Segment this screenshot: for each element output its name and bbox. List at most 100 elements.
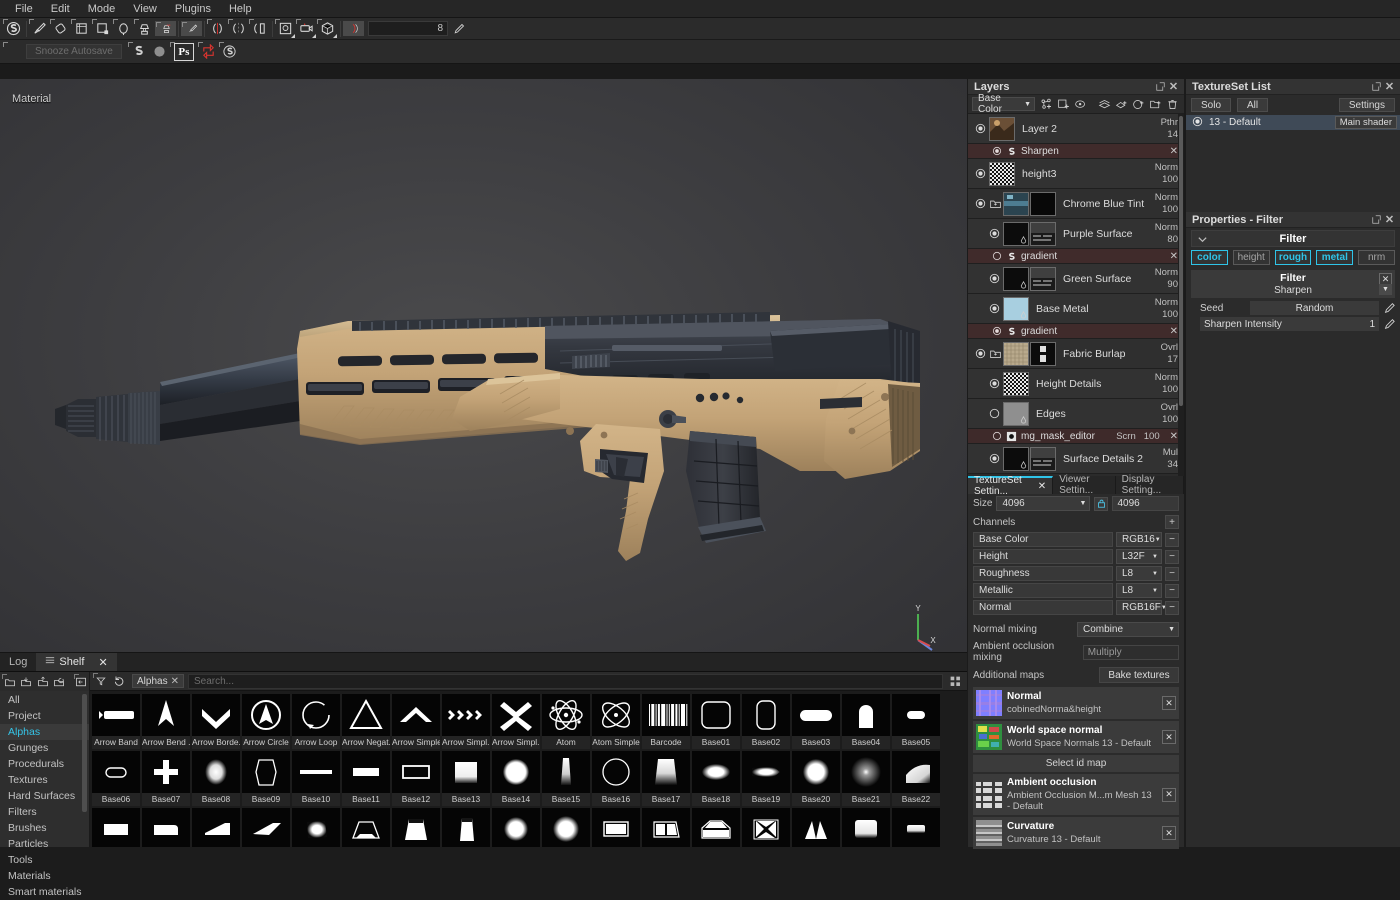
shelf-asset[interactable]	[642, 808, 690, 847]
delete-layer-icon[interactable]	[1165, 97, 1180, 112]
shelf-asset[interactable]: Base21	[842, 751, 890, 806]
settings-button[interactable]: Settings	[1339, 98, 1395, 112]
layer-blend-mode[interactable]: Norm	[1155, 192, 1178, 203]
add-group-icon[interactable]	[1148, 97, 1163, 112]
shelf-category-filters[interactable]: Filters	[0, 804, 89, 820]
shelf-asset[interactable]	[192, 808, 240, 847]
close-icon[interactable]: ✕	[1167, 80, 1180, 93]
shelf-category-hard-surfaces[interactable]: Hard Surfaces	[0, 788, 89, 804]
layer-visibility-toggle[interactable]	[986, 272, 1002, 286]
edit-pencil-icon[interactable]	[1383, 302, 1395, 314]
channel-name[interactable]: Height	[973, 549, 1113, 564]
textureset-tab[interactable]: Viewer Settin...	[1053, 476, 1115, 494]
layer-thumbnail[interactable]	[989, 162, 1015, 186]
active-filter-pill[interactable]: Alphas ✕	[132, 674, 184, 688]
shelf-category-smart-materials[interactable]: Smart materials	[0, 884, 89, 900]
shelf-asset[interactable]	[792, 808, 840, 847]
shelf-asset[interactable]: Barcode	[642, 694, 690, 749]
shelf-asset[interactable]	[92, 808, 140, 847]
layer-opacity[interactable]: 100	[1162, 309, 1178, 320]
layers-scrollbar[interactable]	[1178, 114, 1184, 476]
shelf-asset[interactable]	[542, 808, 590, 847]
layer-blend-mode[interactable]: Norm	[1155, 267, 1178, 278]
brush-size-field[interactable]: 8	[368, 21, 448, 36]
solo-button[interactable]: Solo	[1191, 98, 1231, 112]
shelf-asset[interactable]	[242, 808, 290, 847]
channel-toggle-rough[interactable]: rough	[1275, 250, 1312, 265]
add-generator-icon[interactable]	[1097, 97, 1112, 112]
remove-channel-button[interactable]: −	[1165, 601, 1179, 615]
shelf-asset[interactable]: Base12	[392, 751, 440, 806]
close-icon[interactable]: ✕	[1038, 481, 1046, 492]
shelf-asset[interactable]	[342, 808, 390, 847]
close-icon[interactable]: ✕	[1383, 80, 1396, 93]
export-icon[interactable]	[35, 674, 50, 690]
shelf-asset[interactable]	[842, 808, 890, 847]
layer-blend-mode[interactable]: Ovrl	[1161, 342, 1178, 353]
send-to-icon[interactable]	[198, 42, 219, 62]
shelf-tab-log[interactable]: Log	[0, 653, 36, 671]
layer-blend-mode[interactable]: Mul	[1163, 447, 1178, 458]
layer-visibility-toggle[interactable]	[972, 347, 988, 361]
refresh-icon[interactable]	[51, 674, 66, 690]
add-channel-button[interactable]: +	[1165, 515, 1179, 529]
layer-opacity[interactable]: 17	[1167, 354, 1178, 365]
chevron-down-icon[interactable]: ▼	[1379, 284, 1392, 295]
substance-share-icon[interactable]	[149, 42, 170, 62]
folder-icon[interactable]	[988, 347, 1002, 360]
shelf-category-alphas[interactable]: Alphas	[0, 724, 89, 740]
symmetry-icon[interactable]	[207, 19, 228, 39]
layer-mask-thumbnail[interactable]	[1030, 222, 1056, 246]
layer-row[interactable]: height3Norm100	[968, 159, 1184, 189]
layer-thumbnail[interactable]	[1003, 447, 1029, 471]
remove-effect-icon[interactable]: ✕	[1170, 251, 1178, 262]
folder-icon[interactable]	[988, 197, 1002, 210]
menu-item-file[interactable]: File	[6, 1, 42, 17]
layer-row[interactable]: Chrome Blue TintNorm100	[968, 189, 1184, 219]
shelf-asset[interactable]: Base18	[692, 751, 740, 806]
layer-visibility-toggle[interactable]	[986, 377, 1002, 391]
menu-item-view[interactable]: View	[124, 1, 166, 17]
brush-size-curve-icon[interactable]	[343, 21, 364, 36]
layer-visibility-toggle[interactable]	[986, 407, 1002, 421]
shelf-asset[interactable]: Base01	[692, 694, 740, 749]
reset-filter-icon[interactable]	[111, 673, 127, 689]
shelf-asset[interactable]	[592, 808, 640, 847]
shelf-asset[interactable]: Base02	[742, 694, 790, 749]
layer-effect-row[interactable]: gradient✕	[968, 249, 1184, 264]
shelf-asset[interactable]: Base22	[892, 751, 940, 806]
shelf-asset[interactable]	[742, 808, 790, 847]
layer-row[interactable]: Fabric BurlapOvrl17	[968, 339, 1184, 369]
param-value-slider[interactable]: Random	[1250, 301, 1379, 315]
close-icon[interactable]: ✕	[1162, 696, 1176, 710]
layer-visibility-toggle[interactable]	[986, 227, 1002, 241]
layer-opacity[interactable]: 100	[1162, 414, 1178, 425]
shelf-asset[interactable]	[442, 808, 490, 847]
shader-button[interactable]: Main shader	[1335, 116, 1397, 129]
shelf-category-procedurals[interactable]: Procedurals	[0, 756, 89, 772]
add-paint-layer-icon[interactable]	[1039, 97, 1054, 112]
additional-map-row[interactable]: NormalcobinedNorma&height✕	[973, 687, 1179, 719]
shelf-category-tools[interactable]: Tools	[0, 852, 89, 868]
shelf-asset[interactable]: Arrow Loop	[292, 694, 340, 749]
substance-source-icon[interactable]	[128, 42, 149, 62]
add-fill-layer-icon[interactable]	[1056, 97, 1071, 112]
shelf-asset[interactable]: Base04	[842, 694, 890, 749]
layer-opacity[interactable]: 100	[1162, 174, 1178, 185]
effect-visibility-toggle[interactable]	[990, 146, 1004, 156]
shelf-asset[interactable]: Base09	[242, 751, 290, 806]
layer-opacity[interactable]: 90	[1167, 279, 1178, 290]
symmetry-plane-icon[interactable]	[228, 19, 249, 39]
layer-thumbnail[interactable]	[989, 117, 1015, 141]
ao-mixing-value-field[interactable]: Multiply	[1083, 645, 1179, 660]
remove-effect-icon[interactable]: ✕	[1170, 146, 1178, 157]
close-icon[interactable]: ✕	[1162, 788, 1176, 802]
undock-icon[interactable]	[1154, 80, 1167, 93]
add-anchor-icon[interactable]	[1114, 97, 1129, 112]
channel-selector[interactable]: Base Color ▼	[972, 97, 1035, 111]
layer-effect-row[interactable]: Sharpen✕	[968, 144, 1184, 159]
shelf-asset[interactable]: Base11	[342, 751, 390, 806]
autosave-icon[interactable]	[3, 42, 24, 62]
effect-blend-mode[interactable]: Scrn	[1116, 431, 1136, 442]
shelf-asset[interactable]: Base16	[592, 751, 640, 806]
